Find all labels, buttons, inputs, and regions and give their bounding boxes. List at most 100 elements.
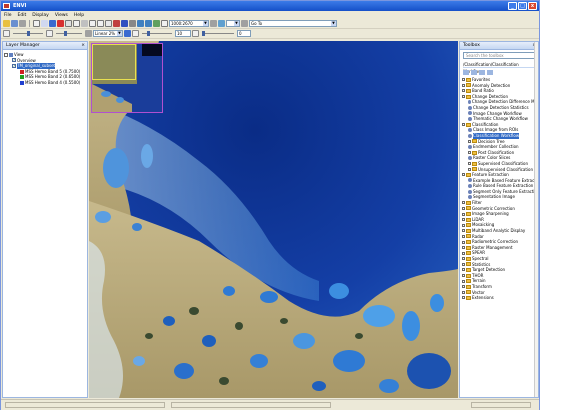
expand-icon[interactable] bbox=[462, 173, 465, 177]
sharpen-slider[interactable] bbox=[142, 31, 172, 36]
folder-icon bbox=[466, 83, 471, 88]
cursor-value-icon[interactable] bbox=[129, 20, 136, 27]
goto-combo[interactable]: Go To ▼ bbox=[249, 20, 337, 27]
layer-manager-header: Layer Manager × bbox=[3, 42, 87, 50]
expand-icon[interactable] bbox=[468, 151, 471, 155]
chevron-down-icon[interactable]: ▼ bbox=[117, 31, 122, 36]
expand-icon[interactable] bbox=[468, 167, 471, 171]
expand-icon[interactable] bbox=[462, 206, 465, 210]
overview-window[interactable] bbox=[91, 43, 163, 113]
open-icon[interactable] bbox=[3, 20, 10, 27]
checkbox[interactable]: ✓ bbox=[12, 63, 16, 68]
chevron-down-icon[interactable]: ▼ bbox=[203, 21, 208, 26]
rotation-combo[interactable]: ▼ bbox=[226, 20, 240, 27]
zoom-out-icon[interactable] bbox=[145, 20, 152, 27]
contrast-handle[interactable] bbox=[64, 31, 67, 36]
annotation-icon[interactable] bbox=[65, 20, 72, 27]
vector-icon[interactable] bbox=[121, 20, 128, 27]
favorites-icon[interactable] bbox=[479, 70, 485, 75]
expand-icon[interactable] bbox=[462, 257, 465, 261]
checkbox[interactable]: ✓ bbox=[12, 58, 16, 63]
expand-icon[interactable] bbox=[462, 212, 465, 216]
expand-icon[interactable] bbox=[462, 123, 465, 127]
refresh-icon[interactable] bbox=[487, 70, 493, 75]
menu-file[interactable]: File bbox=[4, 13, 12, 18]
rotate-icon[interactable] bbox=[49, 20, 56, 27]
expand-icon[interactable] bbox=[4, 52, 8, 57]
expand-all-icon[interactable] bbox=[463, 70, 469, 75]
sharpen-value-field[interactable]: 10 bbox=[175, 30, 191, 37]
roi-icon[interactable] bbox=[57, 20, 64, 27]
folder-icon bbox=[466, 206, 471, 211]
zoom-in-icon[interactable] bbox=[137, 20, 144, 27]
rectangle-icon[interactable] bbox=[89, 20, 96, 27]
rotate-view-icon[interactable] bbox=[210, 20, 217, 27]
expand-icon[interactable] bbox=[462, 251, 465, 255]
pan-icon[interactable] bbox=[41, 20, 48, 27]
north-up-icon[interactable] bbox=[218, 20, 225, 27]
toolbox-scrollbar[interactable] bbox=[534, 42, 538, 397]
expand-icon[interactable] bbox=[462, 78, 465, 82]
transparency-slider[interactable] bbox=[202, 31, 234, 36]
maximize-button[interactable]: □ bbox=[518, 2, 527, 10]
toolbox-item[interactable]: Extensions bbox=[462, 295, 537, 301]
expand-icon[interactable] bbox=[462, 229, 465, 233]
brightness-slider[interactable] bbox=[13, 31, 43, 36]
scale-combo[interactable]: 1000:2670 ▼ bbox=[169, 20, 209, 27]
close-button[interactable]: x bbox=[528, 2, 537, 10]
menu-edit[interactable]: Edit bbox=[18, 13, 27, 18]
transparency-value-field[interactable]: 0 bbox=[237, 30, 251, 37]
menu-display[interactable]: Display bbox=[32, 13, 49, 18]
expand-icon[interactable] bbox=[462, 218, 465, 222]
expand-icon[interactable] bbox=[462, 279, 465, 283]
expand-icon[interactable] bbox=[462, 234, 465, 238]
folder-icon bbox=[466, 122, 471, 127]
print-icon[interactable] bbox=[19, 20, 26, 27]
expand-icon[interactable] bbox=[462, 268, 465, 272]
close-icon[interactable]: × bbox=[81, 43, 85, 48]
transparency-handle[interactable] bbox=[202, 31, 205, 36]
expand-icon[interactable] bbox=[468, 139, 471, 143]
save-icon[interactable] bbox=[11, 20, 18, 27]
expand-icon[interactable] bbox=[462, 285, 465, 289]
expand-icon[interactable] bbox=[462, 290, 465, 294]
select-icon[interactable] bbox=[33, 20, 40, 27]
arrow-icon[interactable] bbox=[113, 20, 120, 27]
chevron-down-icon[interactable]: ▼ bbox=[234, 21, 239, 26]
chevron-down-icon[interactable]: ▼ bbox=[331, 21, 336, 26]
layer-band-blue[interactable]: MSS Hemo Band 4 (0.5500) bbox=[4, 80, 86, 86]
expand-icon[interactable] bbox=[468, 162, 471, 166]
text-icon[interactable] bbox=[105, 20, 112, 27]
menu-views[interactable]: Views bbox=[55, 13, 68, 18]
folder-icon bbox=[466, 240, 471, 245]
expand-icon[interactable] bbox=[462, 274, 465, 278]
expand-icon[interactable] bbox=[462, 201, 465, 205]
expand-icon[interactable] bbox=[462, 89, 465, 93]
expand-icon[interactable] bbox=[462, 223, 465, 227]
crosshair-icon[interactable] bbox=[73, 20, 80, 27]
ellipse-icon[interactable] bbox=[97, 20, 104, 27]
full-extent-icon[interactable] bbox=[161, 20, 168, 27]
expand-icon[interactable] bbox=[462, 246, 465, 250]
folder-icon bbox=[466, 284, 471, 289]
fit-icon[interactable] bbox=[153, 20, 160, 27]
sharpen-handle[interactable] bbox=[147, 31, 150, 36]
menu-help[interactable]: Help bbox=[74, 13, 84, 18]
stretch-combo[interactable]: Linear 2% ▼ bbox=[93, 30, 123, 37]
expand-icon[interactable] bbox=[462, 262, 465, 266]
contrast-slider[interactable] bbox=[56, 31, 82, 36]
layer-tree: View ✓ Overview ✓ TM_original_subset MSS… bbox=[3, 50, 87, 88]
toolbox-search-input[interactable]: Search the toolbox bbox=[463, 52, 535, 59]
expand-icon[interactable] bbox=[462, 95, 465, 99]
minimize-button[interactable]: _ bbox=[508, 2, 517, 10]
expand-icon[interactable] bbox=[462, 240, 465, 244]
stretch-icon[interactable] bbox=[124, 30, 131, 37]
collapse-all-icon[interactable] bbox=[471, 70, 477, 75]
goto-icon[interactable] bbox=[241, 20, 248, 27]
polygon-icon[interactable] bbox=[81, 20, 88, 27]
expand-icon[interactable] bbox=[462, 83, 465, 87]
histogram-icon[interactable] bbox=[85, 30, 92, 37]
expand-icon[interactable] bbox=[462, 296, 465, 300]
brightness-handle[interactable] bbox=[27, 31, 30, 36]
overview-extent-box[interactable] bbox=[92, 44, 136, 80]
